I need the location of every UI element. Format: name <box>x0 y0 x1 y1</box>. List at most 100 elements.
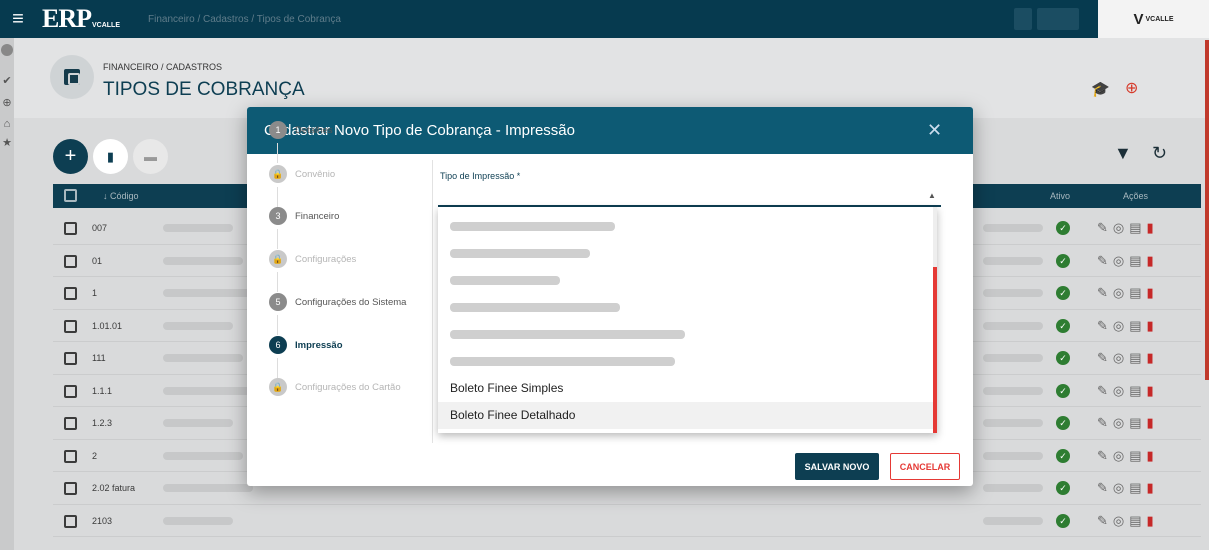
document-icon[interactable]: ▤ <box>1129 448 1146 463</box>
delete-icon[interactable]: ▮ <box>1147 480 1159 495</box>
view-icon[interactable]: ◎ <box>1113 253 1129 268</box>
dropdown-option-blurred[interactable] <box>438 321 933 348</box>
delete-icon[interactable]: ▮ <box>1147 253 1159 268</box>
view-icon[interactable]: ◎ <box>1113 513 1129 528</box>
refresh-icon[interactable]: ↻ <box>1152 143 1167 164</box>
vcalle-icon[interactable]: ✔ <box>1 74 13 87</box>
star-icon[interactable]: ★ <box>1 136 13 149</box>
edit-icon[interactable]: ✎ <box>1097 383 1113 398</box>
top-search-button[interactable] <box>1014 8 1032 30</box>
dropdown-option-blurred[interactable] <box>438 348 933 375</box>
delete-icon[interactable]: ▮ <box>1147 285 1159 300</box>
edit-icon[interactable]: ✎ <box>1097 318 1113 333</box>
dropdown-option-blurred[interactable] <box>438 240 933 267</box>
row-checkbox[interactable] <box>64 449 77 463</box>
view-icon[interactable]: ◎ <box>1113 383 1129 398</box>
dropdown-option[interactable]: Boleto Finee Detalhado <box>438 402 933 429</box>
edit-icon[interactable]: ✎ <box>1097 253 1113 268</box>
lifebuoy-icon[interactable]: ⊕ <box>1 96 13 109</box>
select-all-checkbox[interactable] <box>64 189 77 202</box>
step-2[interactable]: 🔒 Convênio <box>269 165 335 183</box>
row-actions[interactable]: ✎◎▤▮ <box>1097 448 1159 464</box>
view-icon[interactable]: ◎ <box>1113 480 1129 495</box>
dropdown-option-blurred[interactable] <box>438 267 933 294</box>
erp-logo[interactable]: ERPVCALLE <box>42 4 120 34</box>
document-icon[interactable]: ▤ <box>1129 513 1146 528</box>
view-icon[interactable]: ◎ <box>1113 220 1129 235</box>
print-button[interactable]: ▬ <box>133 139 168 174</box>
row-checkbox[interactable] <box>64 352 77 365</box>
step-5[interactable]: 5 Configurações do Sistema <box>269 293 406 311</box>
document-icon[interactable]: ▤ <box>1129 350 1146 365</box>
step-4[interactable]: 🔒 Configurações <box>269 250 356 268</box>
delete-icon[interactable]: ▮ <box>1147 513 1159 528</box>
add-button[interactable]: + <box>53 139 88 174</box>
table-row[interactable]: 2103 ✓ ✎◎▤▮ <box>53 505 1201 537</box>
row-actions[interactable]: ✎◎▤▮ <box>1097 415 1159 431</box>
edit-icon[interactable]: ✎ <box>1097 350 1113 365</box>
document-icon[interactable]: ▤ <box>1129 253 1146 268</box>
step-6[interactable]: 6 Impressão <box>269 336 343 354</box>
row-checkbox[interactable] <box>64 222 77 235</box>
export-button[interactable]: ▮ <box>93 139 128 174</box>
document-icon[interactable]: ▤ <box>1129 415 1146 430</box>
avatar[interactable] <box>1 44 13 56</box>
row-checkbox[interactable] <box>64 482 77 495</box>
step-7[interactable]: 🔒 Configurações do Cartão <box>269 378 401 396</box>
edit-icon[interactable]: ✎ <box>1097 220 1113 235</box>
delete-icon[interactable]: ▮ <box>1147 318 1159 333</box>
edit-icon[interactable]: ✎ <box>1097 513 1113 528</box>
graduation-cap-icon[interactable]: 🎓 <box>1091 80 1110 98</box>
save-new-button[interactable]: SALVAR NOVO <box>795 453 879 480</box>
row-checkbox[interactable] <box>64 319 77 333</box>
view-icon[interactable]: ◎ <box>1113 448 1129 463</box>
row-actions[interactable]: ✎◎▤▮ <box>1097 383 1159 399</box>
view-icon[interactable]: ◎ <box>1113 350 1129 365</box>
document-icon[interactable]: ▤ <box>1129 220 1146 235</box>
row-checkbox[interactable] <box>64 384 77 398</box>
delete-icon[interactable]: ▮ <box>1147 220 1159 235</box>
dropdown-scroll-thumb[interactable] <box>933 267 937 433</box>
row-actions[interactable]: ✎◎▤▮ <box>1097 220 1159 236</box>
cancel-button[interactable]: CANCELAR <box>890 453 960 480</box>
row-actions[interactable]: ✎◎▤▮ <box>1097 350 1159 366</box>
delete-icon[interactable]: ▮ <box>1147 350 1159 365</box>
page-scrollbar[interactable] <box>1205 40 1209 380</box>
home-icon[interactable]: ⌂ <box>1 118 13 130</box>
top-user-button[interactable] <box>1037 8 1079 30</box>
row-checkbox[interactable] <box>64 514 77 528</box>
delete-icon[interactable]: ▮ <box>1147 383 1159 398</box>
step-1[interactable]: 1 Detalhes <box>269 121 333 139</box>
support-icon[interactable]: ⊕ <box>1125 78 1138 98</box>
document-icon[interactable]: ▤ <box>1129 318 1146 333</box>
row-checkbox[interactable] <box>64 287 77 300</box>
active-column-header[interactable]: Ativo <box>1050 191 1070 201</box>
row-actions[interactable]: ✎◎▤▮ <box>1097 480 1159 496</box>
row-checkbox[interactable] <box>64 417 77 430</box>
dropdown-option-blurred[interactable] <box>438 213 933 240</box>
menu-icon[interactable]: ≡ <box>0 8 36 31</box>
edit-icon[interactable]: ✎ <box>1097 415 1113 430</box>
row-actions[interactable]: ✎◎▤▮ <box>1097 253 1159 269</box>
delete-icon[interactable]: ▮ <box>1147 415 1159 430</box>
close-icon[interactable]: ✕ <box>927 120 942 141</box>
dropdown-option-blurred[interactable] <box>438 294 933 321</box>
document-icon[interactable]: ▤ <box>1129 383 1146 398</box>
view-icon[interactable]: ◎ <box>1113 285 1129 300</box>
delete-icon[interactable]: ▮ <box>1147 448 1159 463</box>
chevron-up-icon[interactable]: ▲ <box>928 191 936 200</box>
view-icon[interactable]: ◎ <box>1113 415 1129 430</box>
document-icon[interactable]: ▤ <box>1129 480 1146 495</box>
view-icon[interactable]: ◎ <box>1113 318 1129 333</box>
row-actions[interactable]: ✎◎▤▮ <box>1097 318 1159 334</box>
code-column-header[interactable]: ↓ Código <box>103 191 139 201</box>
edit-icon[interactable]: ✎ <box>1097 448 1113 463</box>
edit-icon[interactable]: ✎ <box>1097 285 1113 300</box>
dropdown-option[interactable]: Boleto Finee Simples <box>438 375 933 402</box>
step-3[interactable]: 3 Financeiro <box>269 207 339 225</box>
row-checkbox[interactable] <box>64 254 77 268</box>
filter-icon[interactable]: ▼ <box>1114 143 1132 164</box>
document-icon[interactable]: ▤ <box>1129 285 1146 300</box>
row-actions[interactable]: ✎◎▤▮ <box>1097 513 1159 529</box>
edit-icon[interactable]: ✎ <box>1097 480 1113 495</box>
